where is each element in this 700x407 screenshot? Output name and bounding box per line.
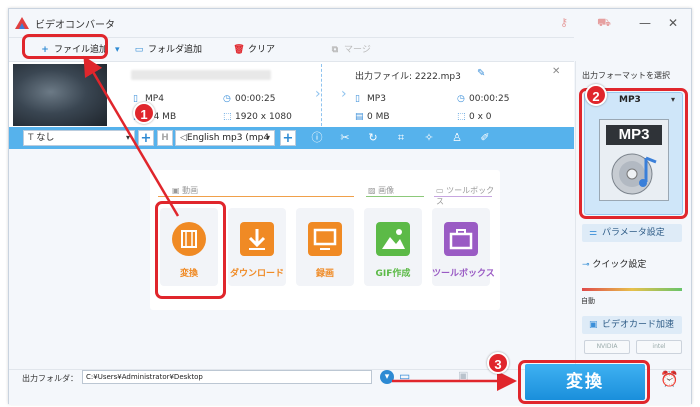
annotation-arrows bbox=[83, 55, 517, 391]
step-badge-3: 3 bbox=[487, 352, 509, 374]
arrow-1 bbox=[83, 55, 180, 217]
step-badge-2: 2 bbox=[585, 84, 607, 106]
step-badge-1: 1 bbox=[133, 102, 155, 124]
